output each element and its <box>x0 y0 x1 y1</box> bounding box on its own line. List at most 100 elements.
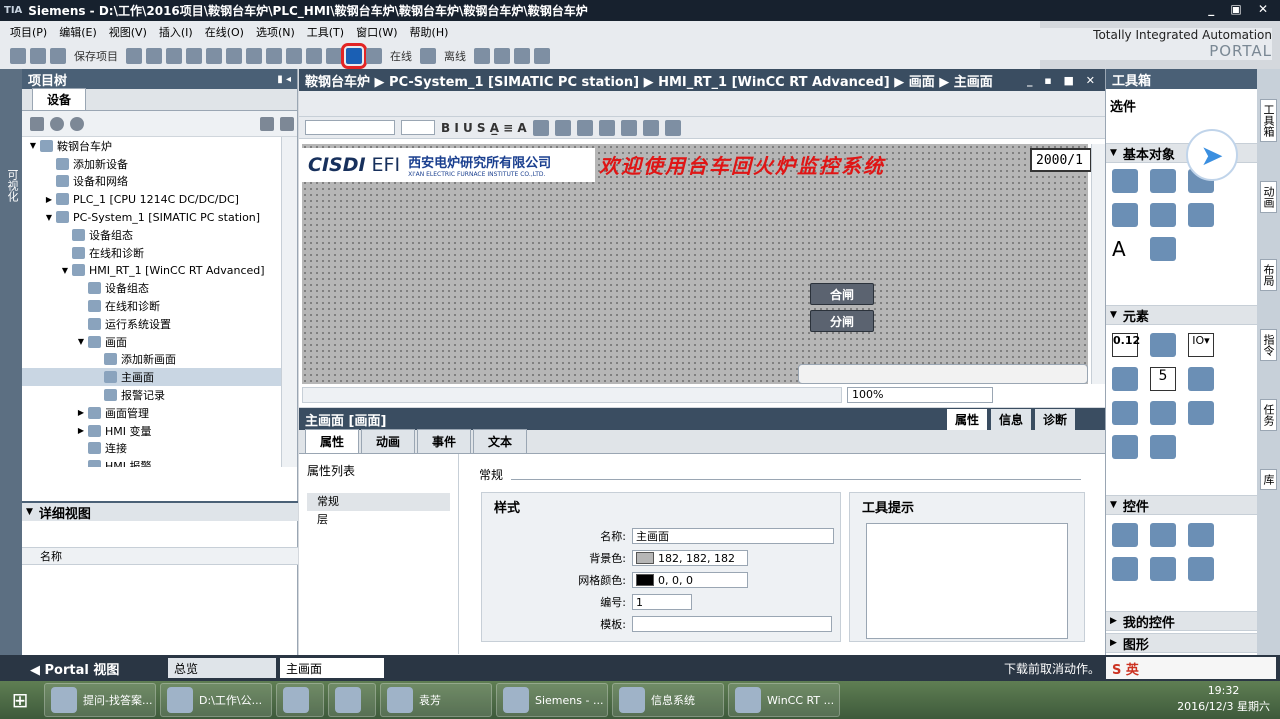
go-online-button[interactable]: 在线 <box>390 48 412 64</box>
tree-item[interactable]: 主画面 <box>22 368 297 387</box>
start-runtime-icon[interactable] <box>341 43 367 69</box>
refresh-icon[interactable] <box>280 116 294 131</box>
tree-item[interactable]: ▶ 画面管理 <box>22 404 297 422</box>
start-button[interactable]: ⊞ <box>0 681 40 719</box>
chevron-down-icon[interactable]: ▼ <box>28 141 38 150</box>
section-graphics[interactable]: ▶ 图形 <box>1106 633 1258 653</box>
tooltip-textarea[interactable] <box>866 523 1068 639</box>
task-tia[interactable]: Siemens - ... <box>496 683 608 717</box>
fill-color-icon[interactable] <box>532 119 549 136</box>
tab-diagnostics[interactable]: 诊断 <box>1034 408 1075 430</box>
symbol-library-icon[interactable] <box>1150 401 1176 425</box>
field-name-input[interactable]: 主画面 <box>632 528 834 544</box>
bottom-panel-object[interactable] <box>798 364 1088 384</box>
pin-icon[interactable]: ▮ ◂ <box>277 74 291 85</box>
redo-icon[interactable] <box>246 48 262 64</box>
tree-item[interactable]: 连接 <box>22 440 297 458</box>
io-field-tool[interactable]: 0.12 <box>1112 333 1140 357</box>
portal-view-button[interactable]: ◀ Portal 视图 <box>30 659 119 678</box>
window-controls[interactable]: _ ▣ ✕ <box>1208 2 1274 16</box>
menu-insert[interactable]: 插入(I) <box>159 24 193 40</box>
property-item-layer[interactable]: 层 <box>307 511 450 529</box>
new-project-icon[interactable] <box>10 48 26 64</box>
menu-options[interactable]: 选项(N) <box>256 24 295 40</box>
forward-icon[interactable] <box>70 116 84 131</box>
upload-icon[interactable] <box>306 48 322 64</box>
paste-icon[interactable] <box>186 48 202 64</box>
chevron-right-icon[interactable]: ▶ <box>44 195 54 204</box>
tab-texts[interactable]: 文本 <box>473 429 528 453</box>
open-breaker-button[interactable]: 分闸 <box>810 310 874 332</box>
simulate-icon[interactable] <box>326 48 342 64</box>
field-number-stepper[interactable]: 1 <box>632 594 692 610</box>
tab-devices[interactable]: 设备 <box>32 88 87 110</box>
editor-vertical-scrollbar[interactable] <box>1091 144 1105 384</box>
menu-edit[interactable]: 编辑(E) <box>59 24 97 40</box>
alarm-view-icon[interactable] <box>1112 523 1138 547</box>
compile-icon[interactable] <box>266 48 282 64</box>
circle-tool-icon[interactable] <box>1150 203 1176 227</box>
task-ie[interactable]: 提问-找答案... <box>44 683 156 717</box>
field-template-input[interactable] <box>632 616 832 632</box>
chevron-right-icon[interactable]: ▶ <box>76 408 86 417</box>
slider-tool-icon[interactable] <box>1188 401 1214 425</box>
detail-column-name[interactable]: 名称 <box>22 547 298 565</box>
gauge-tool-icon[interactable] <box>1112 435 1138 459</box>
graphic-view-tool-icon[interactable] <box>1150 237 1176 261</box>
tree-scrollbar[interactable] <box>281 137 297 467</box>
close-breaker-button[interactable]: 合闸 <box>810 283 874 305</box>
accessible-devices-icon[interactable] <box>474 48 490 64</box>
graphic-io-tool-icon[interactable] <box>1112 367 1138 391</box>
user-view-icon[interactable] <box>1188 523 1214 547</box>
split-vertical-icon[interactable] <box>534 48 550 64</box>
tab-overview[interactable]: 总览 <box>168 658 276 678</box>
tab-animation[interactable]: 动画 <box>361 429 416 453</box>
tab-events[interactable]: 事件 <box>417 429 472 453</box>
tree-item[interactable]: HMI 报警 <box>22 457 297 467</box>
vtab-layout[interactable]: 布局 <box>1260 259 1277 291</box>
task-explorer[interactable]: D:\工作\公... <box>160 683 272 717</box>
menu-view[interactable]: 视图(V) <box>109 24 147 40</box>
zoom-icon[interactable] <box>664 119 681 136</box>
format-glyphs[interactable]: B I U S A̲ ≡ A <box>441 121 527 135</box>
chevron-down-icon[interactable]: ▼ <box>44 213 54 222</box>
tree-item[interactable]: 设备和网络 <box>22 173 297 191</box>
tree-item[interactable]: 在线和诊断 <box>22 297 297 315</box>
ellipse-tool-icon[interactable] <box>1112 203 1138 227</box>
property-item-general[interactable]: 常规 <box>307 493 450 511</box>
rectangle-tool-icon[interactable] <box>1188 203 1214 227</box>
section-controls[interactable]: ▼ 控件 <box>1106 495 1258 515</box>
tree-item[interactable]: 添加新设备 <box>22 155 297 173</box>
tree-item[interactable]: 设备组态 <box>22 226 297 244</box>
overview-icon[interactable] <box>260 116 274 131</box>
line-color-icon[interactable] <box>554 119 571 136</box>
menu-window[interactable]: 窗口(W) <box>356 24 397 40</box>
delete-icon[interactable] <box>206 48 222 64</box>
text-field-tool[interactable]: A <box>1112 237 1138 261</box>
tab-info[interactable]: 信息 <box>990 408 1031 430</box>
button-tool-icon[interactable] <box>1150 333 1176 357</box>
tree-item[interactable]: ▼ HMI_RT_1 [WinCC RT Advanced] <box>22 262 297 280</box>
save-icon[interactable] <box>50 48 66 64</box>
clock-tool-icon[interactable] <box>1150 435 1176 459</box>
tree-item[interactable]: ▶ HMI 变量 <box>22 422 297 440</box>
print-icon[interactable] <box>126 48 142 64</box>
chevron-down-icon[interactable]: ▼ <box>76 337 86 346</box>
task-yuanfang[interactable]: 袁芳 <box>380 683 492 717</box>
left-vertical-tab[interactable]: 可视化 <box>0 69 22 655</box>
section-my-controls[interactable]: ▶ 我的控件 <box>1106 611 1258 631</box>
ime-toolbar[interactable]: S 英 <box>1106 657 1276 679</box>
tab-properties[interactable]: 属性 <box>946 408 987 430</box>
go-offline-button[interactable]: 离线 <box>444 48 466 64</box>
tree-item[interactable]: ▼ 鞍钢台车炉 <box>22 137 297 155</box>
fx-view-icon[interactable] <box>1188 557 1214 581</box>
chevron-down-icon[interactable]: ▼ <box>60 266 70 275</box>
cut-icon[interactable] <box>146 48 162 64</box>
polyline-tool-icon[interactable] <box>1150 169 1176 193</box>
tree-item[interactable]: 添加新画面 <box>22 351 297 369</box>
vtab-instructions[interactable]: 指令 <box>1260 329 1277 361</box>
detail-view-header[interactable]: ▼ 详细视图 <box>22 501 298 522</box>
menu-tools[interactable]: 工具(T) <box>307 24 344 40</box>
menu-help[interactable]: 帮助(H) <box>410 24 449 40</box>
distribute-icon[interactable] <box>620 119 637 136</box>
